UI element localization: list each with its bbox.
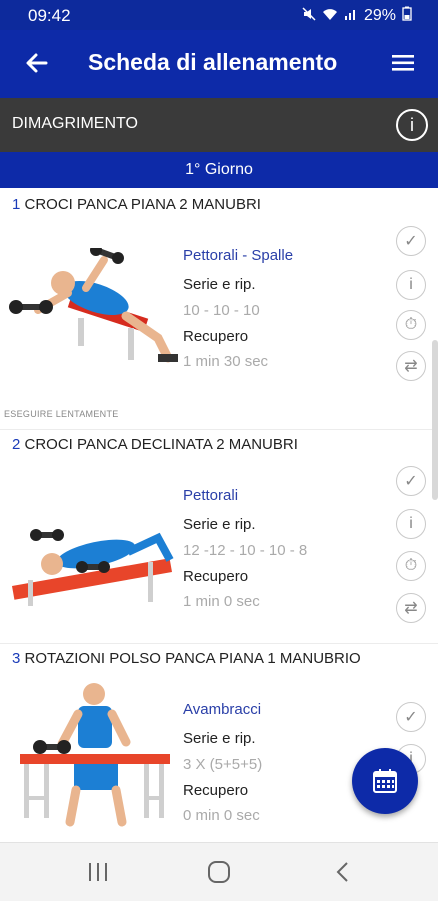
status-icons: 29% [302,6,412,26]
rest-label: Recupero [183,782,249,799]
timer-icon[interactable]: ⏱ [396,551,426,581]
exercise-item[interactable]: 3 ROTAZIONI POLSO PANCA PIANA 1 MANUBRIO… [0,644,438,842]
status-bar: 09:42 29% [0,0,438,30]
battery-level: 29% [363,7,396,24]
exercise-muscles: Pettorali - Spalle [183,247,294,264]
exercise-number: 1 [12,196,21,213]
info-icon[interactable]: i [396,509,426,539]
menu-icon[interactable] [390,50,416,76]
swap-icon[interactable]: ⇄ [396,351,426,381]
exercise-muscles: Avambracci [183,701,262,718]
exercise-title: 2 CROCI PANCA DECLINATA 2 MANUBRI [12,436,298,453]
exercise-name: ROTAZIONI POLSO PANCA PIANA 1 MANUBRIO [24,650,361,667]
calendar-icon [373,769,397,793]
sets-value: 10 - 10 - 10 [183,302,260,319]
battery-icon [402,6,412,26]
exercise-number: 2 [12,436,21,453]
page-title: Scheda di allenamento [88,49,338,75]
exercise-name: CROCI PANCA DECLINATA 2 MANUBRI [24,436,298,453]
sets-value: 12 -12 - 10 - 10 - 8 [183,542,308,559]
status-time: 09:42 [28,6,71,25]
exercise-name: CROCI PANCA PIANA 2 MANUBRI [24,196,261,213]
nav-back-icon[interactable] [332,859,354,885]
program-name: DIMAGRIMENTO [12,115,138,132]
program-info-icon[interactable]: i [396,109,428,141]
sets-label: Serie e rip. [183,516,256,533]
exercise-item[interactable]: 2 CROCI PANCA DECLINATA 2 MANUBRI Pettor… [0,430,438,642]
check-icon[interactable]: ✓ [396,226,426,256]
day-tab[interactable]: 1° Giorno [0,152,438,188]
check-icon[interactable]: ✓ [396,702,426,732]
exercise-illustration [11,529,174,606]
swap-icon[interactable]: ⇄ [396,593,426,623]
home-icon[interactable] [206,859,232,885]
recent-apps-icon[interactable] [86,861,110,883]
exercise-title: 3 ROTAZIONI POLSO PANCA PIANA 1 MANUBRIO [12,650,361,667]
exercise-number: 3 [12,650,21,667]
rest-label: Recupero [183,328,249,345]
exercise-illustration [20,683,170,827]
calendar-fab-button[interactable] [352,748,418,814]
back-arrow-icon[interactable] [22,48,52,78]
app-bar: Scheda di allenamento [0,30,438,98]
sets-value: 3 X (5+5+5) [183,756,263,773]
timer-icon[interactable]: ⏱ [396,310,426,340]
rest-label: Recupero [183,568,249,585]
program-header: DIMAGRIMENTO i [0,98,438,152]
exercise-illustration [9,248,178,363]
exercise-title: 1 CROCI PANCA PIANA 2 MANUBRI [12,196,261,213]
rest-value: 0 min 0 sec [183,807,260,824]
exercise-note: ESEGUIRE LENTAMENTE [4,409,119,419]
check-icon[interactable]: ✓ [396,466,426,496]
info-icon[interactable]: i [396,270,426,300]
sets-label: Serie e rip. [183,276,256,293]
system-nav-bar [0,842,438,901]
exercise-muscles: Pettorali [183,487,239,504]
sets-label: Serie e rip. [183,730,256,747]
rest-value: 1 min 0 sec [183,593,260,610]
rest-value: 1 min 30 sec [183,353,269,370]
wifi-icon [322,7,338,26]
signal-icon [344,7,358,26]
exercise-item[interactable]: 1 CROCI PANCA PIANA 2 MANUBRI Pettorali … [0,188,438,428]
scroll-indicator[interactable] [432,340,438,500]
mute-icon [302,6,316,26]
